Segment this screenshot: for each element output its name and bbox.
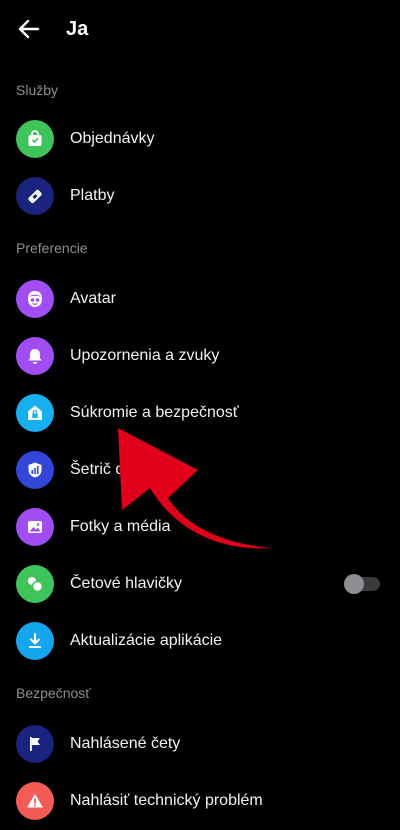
- menu-item-data-saver[interactable]: Šetrič dát: [0, 441, 400, 498]
- section-header-security: Bezpečnosť: [16, 685, 91, 701]
- bell-icon: [16, 336, 54, 375]
- flag-icon: [16, 724, 54, 763]
- warning-icon: [16, 781, 54, 820]
- page-title: Ja: [66, 17, 89, 40]
- menu-item-label: Nahlásiť technický problém: [70, 791, 263, 809]
- menu-item-privacy[interactable]: Súkromie a bezpečnosť: [0, 384, 400, 441]
- payment-tag-icon: [16, 176, 54, 215]
- menu-item-label: Aktualizácie aplikácie: [70, 631, 223, 649]
- menu-item-label: Šetrič dát: [70, 460, 138, 478]
- avatar-icon: [16, 279, 54, 318]
- menu-item-label: Avatar: [70, 289, 116, 307]
- menu-item-avatar[interactable]: Avatar: [0, 270, 400, 327]
- menu-item-app-updates[interactable]: Aktualizácie aplikácie: [0, 612, 400, 669]
- photo-icon: [16, 507, 54, 546]
- menu-item-orders[interactable]: Objednávky: [0, 110, 400, 167]
- section-header-services: Služby: [16, 82, 59, 98]
- menu-item-chat-heads[interactable]: Četové hlavičky: [0, 555, 400, 612]
- privacy-home-icon: [16, 393, 54, 432]
- toggle-knob: [344, 573, 364, 594]
- chat-heads-toggle[interactable]: [344, 573, 380, 594]
- back-arrow-icon[interactable]: [18, 18, 40, 40]
- menu-item-payments[interactable]: Platby: [0, 167, 400, 224]
- menu-item-label: Platby: [70, 186, 115, 204]
- menu-item-photos-media[interactable]: Fotky a média: [0, 498, 400, 555]
- menu-item-label: Súkromie a bezpečnosť: [70, 403, 239, 421]
- menu-item-notifications[interactable]: Upozornenia a zvuky: [0, 327, 400, 384]
- chat-heads-icon: [16, 564, 54, 603]
- menu-item-reported-chats[interactable]: Nahlásené čety: [0, 715, 400, 772]
- section-header-preferences: Preferencie: [16, 240, 88, 256]
- top-bar: Ja: [0, 0, 400, 58]
- menu-item-label: Objednávky: [70, 129, 155, 147]
- download-icon: [16, 621, 54, 660]
- menu-item-label: Fotky a média: [70, 517, 171, 535]
- shopping-bag-icon: [16, 119, 54, 158]
- menu-item-report-problem[interactable]: Nahlásiť technický problém: [0, 772, 400, 829]
- menu-item-label: Četové hlavičky: [70, 574, 183, 592]
- menu-item-label: Nahlásené čety: [70, 734, 181, 752]
- menu-item-label: Upozornenia a zvuky: [70, 346, 220, 364]
- data-saver-icon: [16, 450, 54, 489]
